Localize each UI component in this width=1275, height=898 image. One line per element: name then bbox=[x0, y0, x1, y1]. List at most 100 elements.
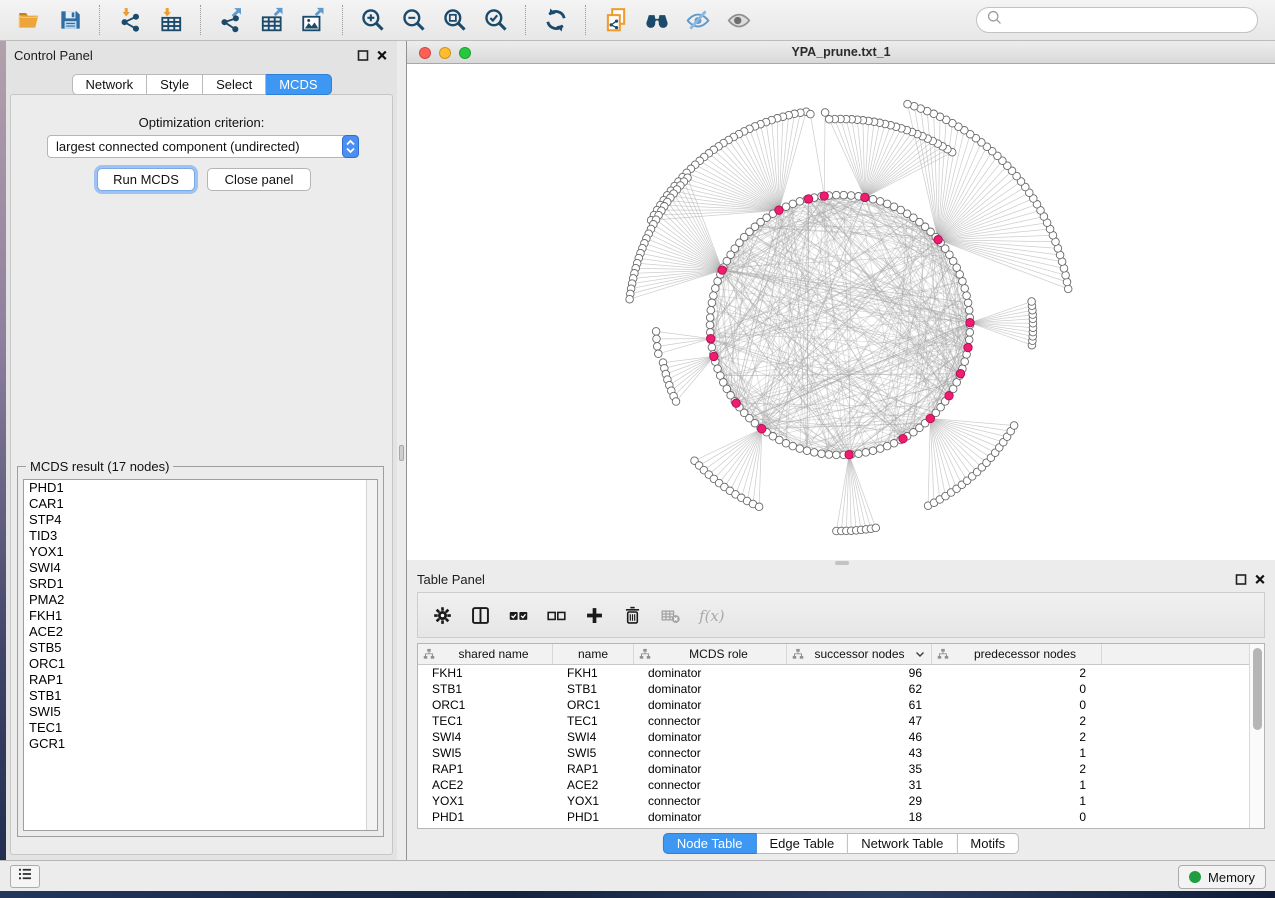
mcds-result-item[interactable]: STB5 bbox=[24, 640, 377, 656]
graph-node[interactable] bbox=[847, 192, 855, 200]
table-tab-network-table[interactable]: Network Table bbox=[848, 833, 957, 854]
table-row[interactable]: TEC1TEC1connector472 bbox=[418, 713, 1249, 729]
float-icon[interactable] bbox=[1234, 572, 1248, 586]
optimization-criterion-select[interactable]: largest connected component (undirected) bbox=[47, 135, 359, 158]
table-cell[interactable]: SWI5 bbox=[418, 745, 553, 761]
mcds-result-item[interactable]: SRD1 bbox=[24, 576, 377, 592]
table-cell[interactable]: 31 bbox=[787, 777, 932, 793]
table-tab-edge-table[interactable]: Edge Table bbox=[756, 833, 848, 854]
table-cell[interactable]: PHD1 bbox=[418, 809, 553, 825]
table-cell[interactable]: 1 bbox=[932, 777, 1102, 793]
mcds-result-item[interactable]: SWI4 bbox=[24, 560, 377, 576]
table-cell[interactable]: RAP1 bbox=[553, 761, 634, 777]
table-cell[interactable]: dominator bbox=[634, 665, 787, 681]
table-cell[interactable]: 2 bbox=[932, 761, 1102, 777]
graph-node[interactable] bbox=[707, 306, 715, 314]
close-panel-button[interactable]: Close panel bbox=[207, 168, 311, 191]
graph-node[interactable] bbox=[706, 314, 714, 322]
table-row[interactable]: YOX1YOX1connector291 bbox=[418, 793, 1249, 809]
column-header-MCDS-role[interactable]: MCDS role bbox=[634, 644, 787, 664]
mcds-result-item[interactable]: YOX1 bbox=[24, 544, 377, 560]
graph-node[interactable] bbox=[820, 192, 828, 200]
column-view-icon[interactable] bbox=[470, 605, 491, 626]
graph-node[interactable] bbox=[672, 398, 680, 406]
show-panels-button[interactable] bbox=[10, 865, 40, 888]
table-cell[interactable]: 18 bbox=[787, 809, 932, 825]
table-cell[interactable]: dominator bbox=[634, 697, 787, 713]
table-cell[interactable]: ORC1 bbox=[418, 697, 553, 713]
graph-node[interactable] bbox=[926, 414, 934, 422]
graph-node[interactable] bbox=[710, 352, 718, 360]
column-header-shared-name[interactable]: shared name bbox=[418, 644, 553, 664]
table-cell[interactable]: 2 bbox=[932, 665, 1102, 681]
table-cell[interactable]: ACE2 bbox=[553, 777, 634, 793]
graph-node[interactable] bbox=[626, 295, 634, 303]
refresh-icon[interactable] bbox=[542, 7, 569, 34]
mcds-result-item[interactable]: GCR1 bbox=[24, 736, 377, 752]
graph-node[interactable] bbox=[961, 358, 969, 366]
graph-node[interactable] bbox=[840, 191, 848, 199]
table-cell[interactable]: 46 bbox=[787, 729, 932, 745]
select-all-icon[interactable] bbox=[508, 605, 529, 626]
table-row[interactable]: SWI4SWI4dominator462 bbox=[418, 729, 1249, 745]
mcds-list-scrollbar[interactable] bbox=[366, 480, 377, 830]
tab-select[interactable]: Select bbox=[203, 74, 266, 95]
graph-node[interactable] bbox=[825, 451, 833, 459]
export-image-icon[interactable] bbox=[299, 7, 326, 34]
graph-node[interactable] bbox=[961, 285, 969, 293]
table-cell[interactable]: 0 bbox=[932, 809, 1102, 825]
table-cell[interactable]: STB1 bbox=[418, 681, 553, 697]
table-cell[interactable]: ACE2 bbox=[418, 777, 553, 793]
open-file-icon[interactable] bbox=[15, 7, 42, 34]
zoom-in-icon[interactable] bbox=[359, 7, 386, 34]
table-cell[interactable]: 1 bbox=[932, 745, 1102, 761]
network-graph[interactable] bbox=[407, 64, 1275, 560]
export-table-icon[interactable] bbox=[258, 7, 285, 34]
table-cell[interactable]: dominator bbox=[634, 761, 787, 777]
import-table-icon[interactable] bbox=[157, 7, 184, 34]
table-row[interactable]: RAP1RAP1dominator352 bbox=[418, 761, 1249, 777]
mcds-result-item[interactable]: CAR1 bbox=[24, 496, 377, 512]
mcds-result-item[interactable]: ACE2 bbox=[24, 624, 377, 640]
table-cell[interactable]: YOX1 bbox=[418, 793, 553, 809]
graph-node[interactable] bbox=[653, 343, 661, 351]
table-row[interactable]: PHD1PHD1dominator180 bbox=[418, 809, 1249, 825]
show-all-icon[interactable] bbox=[725, 7, 752, 34]
copy-network-icon[interactable] bbox=[602, 7, 629, 34]
table-scrollbar[interactable] bbox=[1249, 644, 1264, 828]
graph-node[interactable] bbox=[825, 116, 833, 124]
graph-node[interactable] bbox=[1010, 422, 1018, 430]
mcds-result-item[interactable]: TEC1 bbox=[24, 720, 377, 736]
column-header-name[interactable]: name bbox=[553, 644, 634, 664]
graph-node[interactable] bbox=[708, 343, 716, 351]
column-header-predecessor-nodes[interactable]: predecessor nodes bbox=[932, 644, 1102, 664]
table-cell[interactable]: FKH1 bbox=[553, 665, 634, 681]
table-cell[interactable]: FKH1 bbox=[418, 665, 553, 681]
graph-node[interactable] bbox=[796, 198, 804, 206]
table-tab-node-table[interactable]: Node Table bbox=[663, 833, 757, 854]
table-cell[interactable]: TEC1 bbox=[553, 713, 634, 729]
graph-node[interactable] bbox=[804, 195, 812, 203]
table-cell[interactable]: dominator bbox=[634, 809, 787, 825]
delete-entry-icon[interactable] bbox=[622, 605, 643, 626]
graph-node[interactable] bbox=[862, 449, 870, 457]
mcds-result-item[interactable]: FKH1 bbox=[24, 608, 377, 624]
graph-node[interactable] bbox=[845, 451, 853, 459]
graph-node[interactable] bbox=[833, 451, 841, 459]
close-icon[interactable] bbox=[375, 48, 389, 62]
table-cell[interactable]: TEC1 bbox=[418, 713, 553, 729]
deselect-all-icon[interactable] bbox=[546, 605, 567, 626]
graph-node[interactable] bbox=[965, 336, 973, 344]
tab-style[interactable]: Style bbox=[147, 74, 203, 95]
graph-node[interactable] bbox=[934, 236, 942, 244]
table-cell[interactable]: RAP1 bbox=[418, 761, 553, 777]
search-network-icon[interactable] bbox=[643, 7, 670, 34]
table-cell[interactable]: 35 bbox=[787, 761, 932, 777]
graph-node[interactable] bbox=[833, 191, 841, 199]
table-cell[interactable]: dominator bbox=[634, 729, 787, 745]
graph-node[interactable] bbox=[708, 299, 716, 307]
save-icon[interactable] bbox=[56, 7, 83, 34]
graph-node[interactable] bbox=[807, 110, 815, 118]
graph-node[interactable] bbox=[712, 285, 720, 293]
hide-selected-icon[interactable] bbox=[684, 7, 711, 34]
